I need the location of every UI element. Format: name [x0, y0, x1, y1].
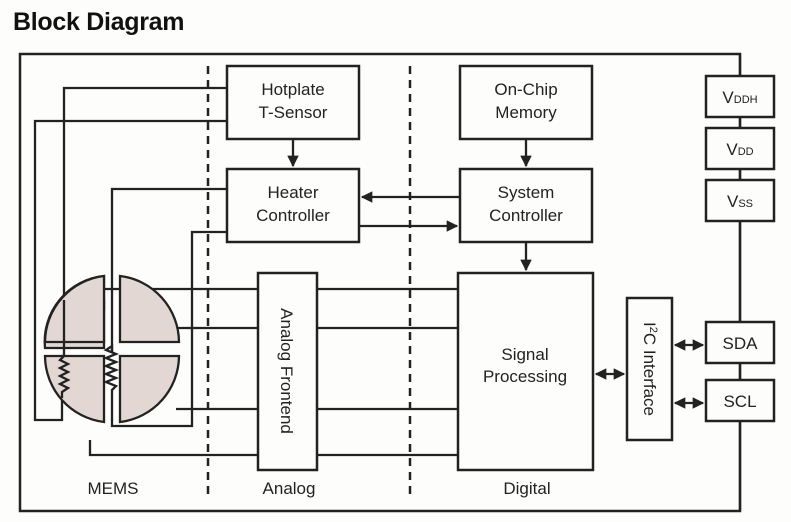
memory-label-1: On-Chip	[494, 80, 557, 99]
on-chip-memory-block: On-Chip Memory	[458, 64, 594, 141]
mems-quadrant-br	[118, 354, 181, 424]
memory-label-2: Memory	[495, 103, 557, 122]
hotplate-label-2: T-Sensor	[259, 103, 328, 122]
resistor-right-icon	[102, 343, 120, 402]
region-label-digital: Digital	[503, 479, 550, 498]
hotplate-t-sensor-block: Hotplate T-Sensor	[225, 64, 361, 141]
pin-vddh: VDDH	[704, 74, 776, 119]
pin-vss: VSS	[704, 178, 776, 223]
i2c-interface-block: I2C Interface	[625, 296, 674, 442]
region-label-mems: MEMS	[88, 479, 139, 498]
system-label-1: System	[498, 183, 555, 202]
block-diagram: Hotplate T-Sensor Heater Controller On-C…	[18, 52, 776, 513]
mems-quadrant-tl	[43, 274, 106, 344]
i2c-label: I2C Interface	[640, 322, 659, 416]
mems-quadrant-bl	[43, 354, 106, 424]
svg-text:SDA: SDA	[723, 334, 759, 353]
svg-text:SCL: SCL	[723, 392, 756, 411]
system-label-2: Controller	[489, 206, 563, 225]
frontend-label: Analog Frontend	[277, 308, 296, 434]
mems-quadrant-tr	[118, 274, 181, 344]
heater-label-1: Heater	[267, 183, 318, 202]
signal-label-1: Signal	[501, 345, 548, 364]
system-controller-block: System Controller	[458, 167, 594, 244]
region-label-analog: Analog	[263, 479, 316, 498]
pin-scl: SCL	[704, 378, 776, 423]
heater-label-2: Controller	[256, 206, 330, 225]
analog-frontend-block: Analog Frontend	[256, 271, 319, 472]
signal-label-2: Processing	[483, 367, 567, 386]
heater-controller-block: Heater Controller	[225, 167, 361, 244]
pin-sda: SDA	[704, 320, 776, 365]
signal-processing-block: Signal Processing	[456, 271, 595, 472]
hotplate-label-1: Hotplate	[261, 80, 324, 99]
pin-vdd: VDD	[704, 126, 776, 171]
